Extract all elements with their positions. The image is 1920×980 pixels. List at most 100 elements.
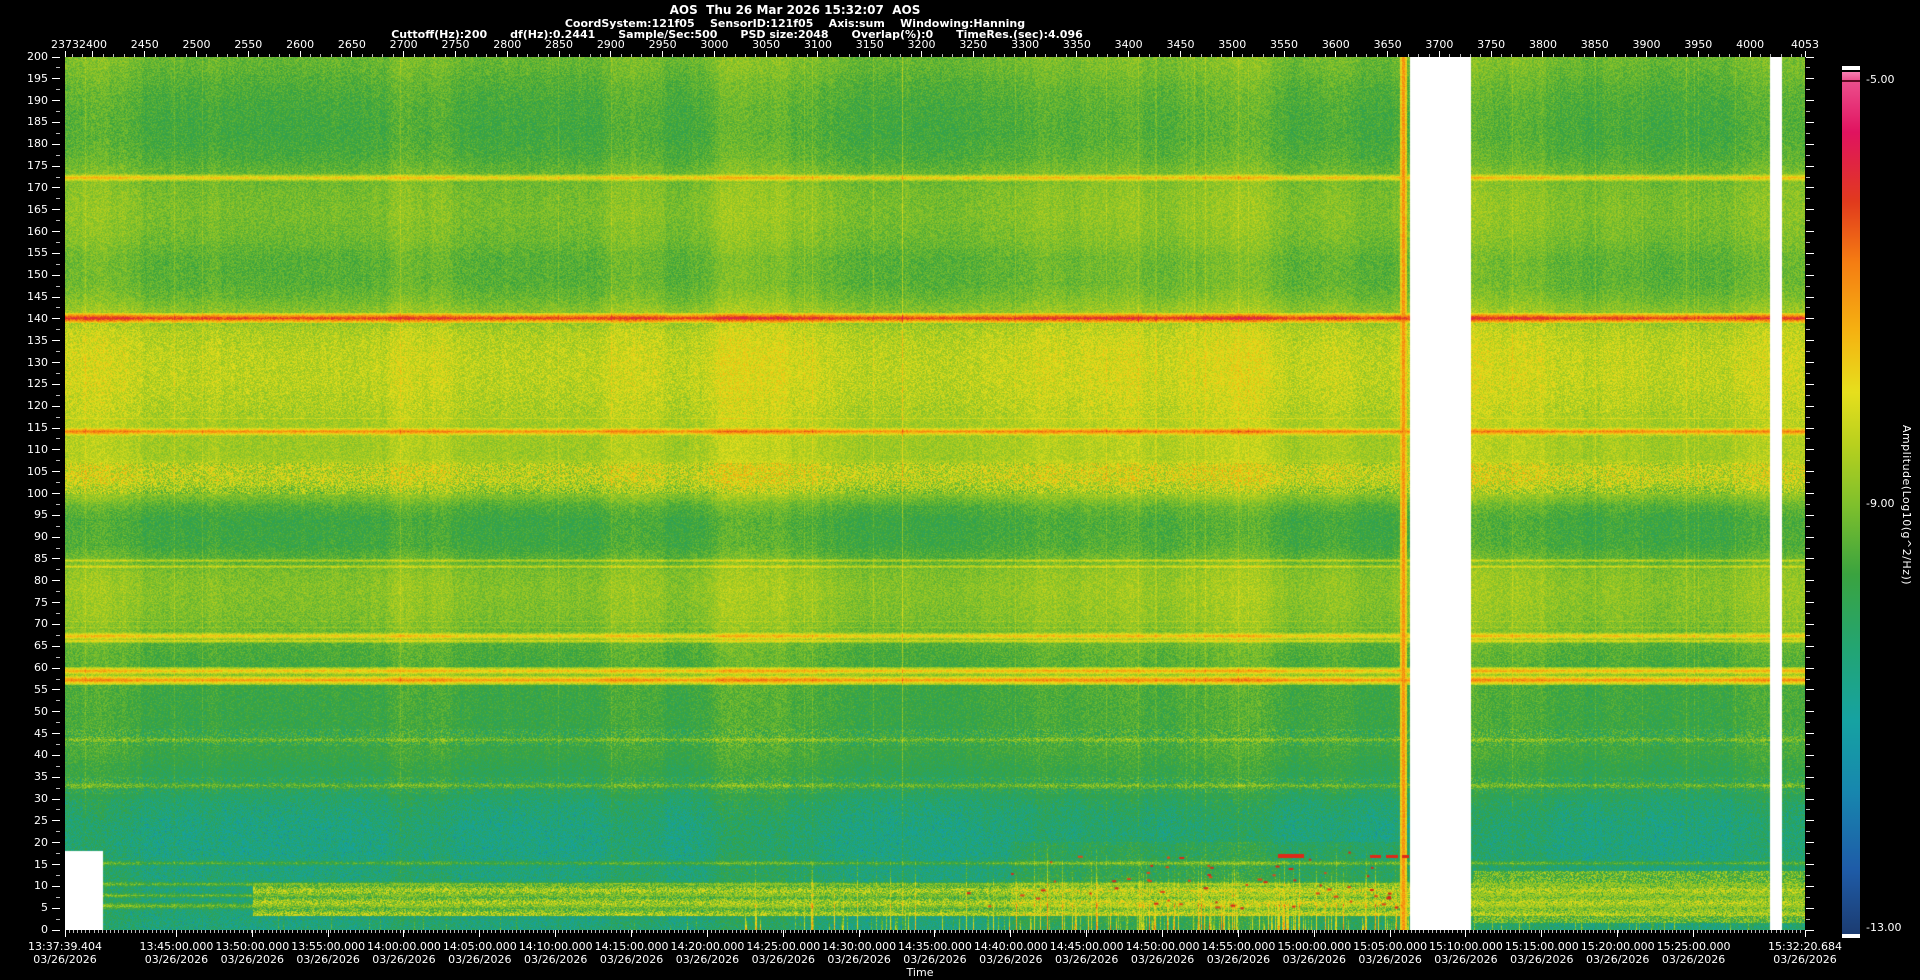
colorbar-bottom-cap <box>1842 934 1860 938</box>
time-minor-tick <box>1725 930 1727 933</box>
freq-minor-tick <box>56 722 60 724</box>
time-minor-tick <box>710 930 712 933</box>
time-minor-tick <box>1365 930 1367 933</box>
top-axis-minor-tick <box>1273 54 1275 57</box>
top-axis-minor-tick <box>537 54 539 57</box>
time-minor-tick <box>122 930 124 933</box>
freq-tick <box>52 602 60 604</box>
top-axis-minor-tick <box>258 54 260 57</box>
time-minor-tick <box>1075 930 1077 933</box>
time-minor-tick <box>1257 930 1259 933</box>
time-minor-tick <box>888 930 890 933</box>
time-minor-tick <box>1738 930 1740 933</box>
time-tick-date: 03/26/2026 <box>675 953 740 966</box>
time-minor-tick <box>768 930 770 933</box>
time-minor-tick <box>126 930 128 933</box>
freq-minor-tick <box>56 220 60 222</box>
freq-tick-label: 40 <box>34 748 48 762</box>
top-axis-minor-tick <box>289 54 291 57</box>
time-minor-tick <box>1560 930 1562 933</box>
top-axis-minor-tick <box>1770 54 1772 57</box>
top-axis-minor-tick <box>579 54 581 57</box>
time-axis-label: Time <box>906 966 934 979</box>
time-minor-tick <box>1299 930 1301 933</box>
time-minor-tick <box>317 930 319 933</box>
time-minor-tick <box>89 930 91 933</box>
top-axis-minor-tick <box>268 54 270 57</box>
time-tick-date: 03/26/2026 <box>599 953 664 966</box>
spectrogram-plot[interactable] <box>65 57 1805 930</box>
freq-minor-tick <box>56 656 60 658</box>
top-axis-minor-tick <box>1200 54 1202 57</box>
time-minor-tick <box>1431 930 1433 933</box>
top-axis-tick-label: 3000 <box>700 38 729 51</box>
time-minor-tick <box>1572 930 1574 933</box>
top-axis-minor-tick <box>620 54 622 57</box>
top-axis-tick <box>1697 51 1699 57</box>
time-minor-tick <box>955 930 957 933</box>
freq-tick <box>52 798 60 800</box>
time-major-tick <box>1313 930 1315 937</box>
freq-tick-right <box>1806 514 1814 516</box>
freq-tick-right <box>1806 100 1814 102</box>
freq-tick <box>52 165 60 167</box>
freq-tick-right <box>1806 78 1814 80</box>
top-axis-tick <box>144 51 146 57</box>
freq-minor-tick-right <box>1806 525 1810 527</box>
time-major-tick <box>1237 930 1239 937</box>
freq-tick-right <box>1806 776 1814 778</box>
top-axis-minor-tick <box>1190 54 1192 57</box>
freq-tick <box>52 362 60 364</box>
freq-tick <box>52 864 60 866</box>
top-axis-tick-label: 3550 <box>1270 38 1299 51</box>
time-minor-tick <box>284 930 286 933</box>
freq-minor-tick <box>56 503 60 505</box>
top-axis-minor-tick <box>1117 54 1119 57</box>
time-minor-tick <box>1634 930 1636 933</box>
time-major-tick <box>1693 930 1695 937</box>
top-axis-minor-tick <box>1211 54 1213 57</box>
time-minor-tick <box>1456 930 1458 933</box>
freq-minor-tick-right <box>1806 765 1810 767</box>
freq-minor-tick-right <box>1806 831 1810 833</box>
time-tick-label: 13:50:00.000 <box>215 940 290 953</box>
freq-tick-right <box>1806 602 1814 604</box>
top-axis-minor-tick <box>102 54 104 57</box>
time-minor-tick <box>971 930 973 933</box>
time-minor-tick <box>1278 930 1280 933</box>
freq-minor-tick <box>56 89 60 91</box>
time-minor-tick <box>350 930 352 933</box>
time-minor-tick <box>1344 930 1346 933</box>
freq-tick-right <box>1806 296 1814 298</box>
time-minor-tick <box>449 930 451 933</box>
time-minor-tick <box>1713 930 1715 933</box>
freq-minor-tick <box>56 416 60 418</box>
time-minor-tick <box>1481 930 1483 933</box>
time-minor-tick <box>760 930 762 933</box>
top-axis-minor-tick <box>1324 54 1326 57</box>
time-minor-tick <box>946 930 948 933</box>
freq-minor-tick-right <box>1806 329 1810 331</box>
top-axis-minor-tick <box>941 54 943 57</box>
freq-tick-label: 150 <box>27 268 48 282</box>
top-axis-tick-label: 3250 <box>959 38 988 51</box>
freq-minor-tick-right <box>1806 853 1810 855</box>
time-minor-tick <box>238 930 240 933</box>
top-axis-tick <box>972 51 974 57</box>
freq-minor-tick-right <box>1806 656 1810 658</box>
time-minor-tick <box>565 930 567 933</box>
time-minor-tick <box>818 930 820 933</box>
freq-minor-tick <box>56 394 60 396</box>
top-axis-minor-tick <box>1086 54 1088 57</box>
time-minor-tick <box>851 930 853 933</box>
top-axis-minor-tick <box>651 54 653 57</box>
freq-tick <box>52 340 60 342</box>
freq-tick-label: 125 <box>27 377 48 391</box>
time-minor-tick <box>806 930 808 933</box>
time-major-tick <box>1010 930 1012 937</box>
top-axis-minor-tick <box>734 54 736 57</box>
time-minor-tick <box>1671 930 1673 933</box>
time-minor-tick <box>996 930 998 933</box>
time-minor-tick <box>337 930 339 933</box>
time-minor-tick <box>1046 930 1048 933</box>
